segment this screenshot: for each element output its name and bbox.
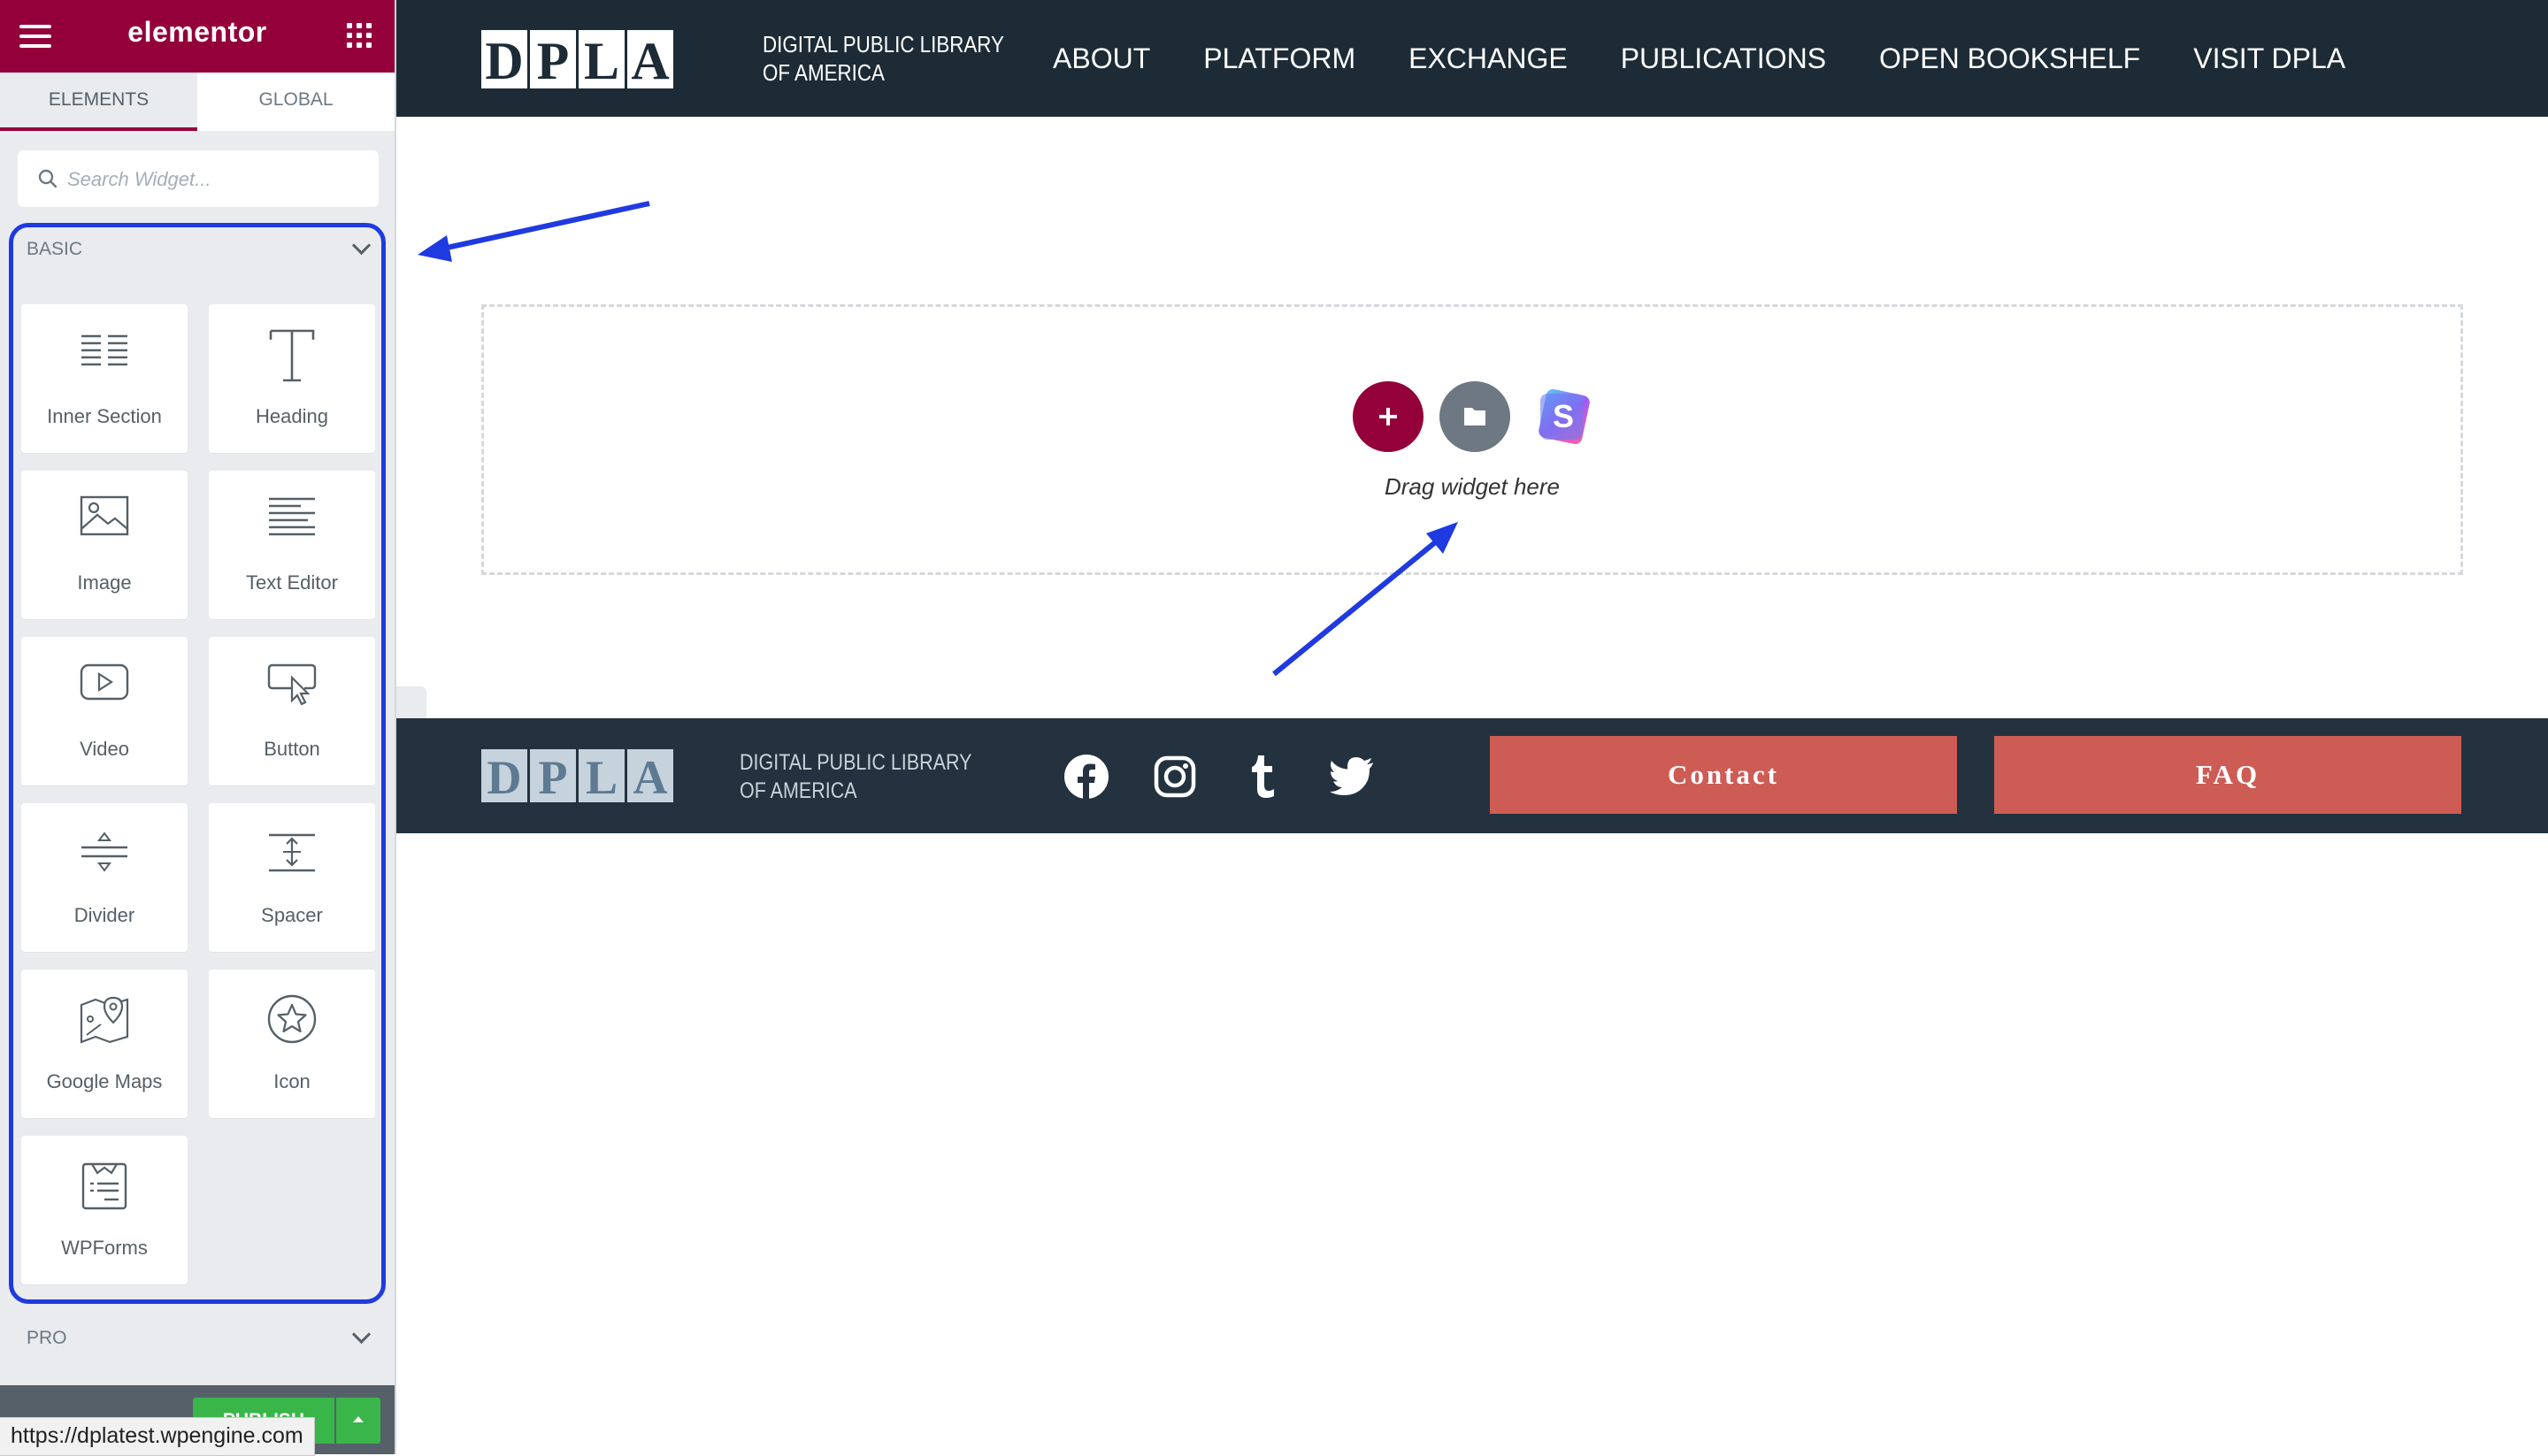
logo-caption-line: OF AMERICA	[740, 778, 857, 803]
search-box	[18, 150, 379, 207]
widget-label: Text Editor	[246, 571, 338, 594]
tumblr-icon[interactable]	[1240, 754, 1286, 800]
category-pro-title[interactable]: PRO	[27, 1328, 67, 1349]
search-icon	[38, 169, 58, 188]
add-section-button[interactable]	[1353, 381, 1424, 452]
logo-caption-line: OF AMERICA	[763, 59, 885, 86]
facebook-icon[interactable]	[1063, 754, 1109, 800]
widget-spacer[interactable]: Spacer	[209, 803, 375, 952]
folder-icon	[1464, 408, 1485, 425]
widget-label: Button	[264, 738, 320, 760]
google-maps-icon	[80, 996, 129, 1044]
logo-caption-line: DIGITAL PUBLIC LIBRARY	[740, 750, 972, 775]
nav-about[interactable]: ABOUT	[1053, 42, 1150, 75]
drag-widget-hint: Drag widget here	[1385, 473, 1560, 500]
widgets-grid-icon[interactable]	[347, 23, 373, 50]
logo-letter: A	[627, 30, 673, 90]
widget-google-maps[interactable]: Google Maps	[21, 969, 188, 1118]
logo-letter: P	[530, 749, 576, 804]
logo-letter: A	[627, 749, 673, 804]
status-bar-url: https://dplatest.wpengine.com	[0, 1417, 315, 1456]
widget-label: Image	[77, 571, 132, 594]
nav-visit-dpla[interactable]: VISIT DPLA	[2193, 42, 2345, 75]
starter-templates-icon[interactable]: S	[1528, 381, 1599, 452]
instagram-icon[interactable]	[1152, 754, 1198, 800]
elementor-panel: elementor ELEMENTS GLOBAL BASIC Inner Se…	[0, 0, 396, 1456]
twitter-icon[interactable]	[1329, 754, 1375, 800]
wpforms-icon	[81, 1162, 127, 1210]
widget-icon[interactable]: Icon	[209, 969, 375, 1118]
empty-section-drop-zone[interactable]: S Drag widget here	[481, 304, 2463, 575]
nav-platform[interactable]: PLATFORM	[1203, 42, 1355, 75]
panel-tabs: ELEMENTS GLOBAL	[0, 73, 395, 131]
add-template-button[interactable]	[1439, 381, 1510, 452]
logo-letter: D	[481, 749, 527, 804]
image-icon	[80, 495, 129, 536]
tab-global[interactable]: GLOBAL	[197, 73, 395, 131]
widget-label: Google Maps	[46, 1070, 163, 1092]
star-icon	[267, 994, 317, 1044]
panel-header: elementor	[0, 0, 395, 73]
widget-divider[interactable]: Divider	[21, 803, 188, 952]
elementor-logo: elementor	[127, 16, 267, 48]
logo-letter: L	[579, 749, 625, 804]
contact-button[interactable]: Contact	[1490, 736, 1957, 814]
logo-letter: L	[579, 30, 625, 90]
social-links	[1063, 754, 1417, 800]
video-icon	[80, 663, 129, 701]
widget-image[interactable]: Image	[21, 471, 188, 619]
widget-heading[interactable]: Heading	[209, 304, 375, 453]
logo-caption: DIGITAL PUBLIC LIBRARY OF AMERICA	[763, 30, 1004, 87]
spacer-icon	[269, 833, 315, 872]
button-icon	[267, 663, 317, 706]
category-basic-title[interactable]: BASIC	[27, 239, 82, 260]
widget-label: Inner Section	[47, 405, 162, 427]
dpla-logo[interactable]: D P L A	[481, 30, 676, 90]
chevron-down-icon[interactable]	[351, 1324, 372, 1345]
search-widget-input[interactable]	[65, 161, 361, 198]
widget-label: Icon	[273, 1070, 311, 1092]
widget-wpforms[interactable]: WPForms	[21, 1136, 188, 1284]
site-header: D P L A DIGITAL PUBLIC LIBRARY OF AMERIC…	[396, 0, 2548, 117]
widget-button[interactable]: Button	[209, 637, 375, 785]
widget-video[interactable]: Video	[21, 637, 188, 785]
heading-icon	[269, 329, 315, 382]
faq-button[interactable]: FAQ	[1994, 736, 2461, 814]
widget-label: Spacer	[261, 904, 323, 926]
logo-letter: P	[530, 30, 576, 90]
logo-caption-line: DIGITAL PUBLIC LIBRARY	[763, 31, 1004, 57]
widget-label: Divider	[73, 904, 135, 926]
widget-inner-section[interactable]: Inner Section	[21, 304, 188, 453]
inner-section-icon	[81, 334, 127, 366]
tab-elements[interactable]: ELEMENTS	[0, 73, 197, 131]
site-footer: D P L A DIGITAL PUBLIC LIBRARY OF AMERIC…	[396, 718, 2548, 833]
footer-logo-caption: DIGITAL PUBLIC LIBRARY OF AMERICA	[740, 748, 971, 805]
text-editor-icon	[269, 497, 315, 536]
nav-open-bookshelf[interactable]: OPEN BOOKSHELF	[1879, 42, 2140, 75]
dpla-footer-logo[interactable]: D P L A	[481, 749, 676, 804]
svg-text:S: S	[1553, 398, 1574, 434]
widget-label: Video	[80, 738, 129, 760]
arrow-to-basic-panel	[418, 201, 650, 262]
main-nav: ABOUT PLATFORM EXCHANGE PUBLICATIONS OPE…	[1053, 42, 2398, 75]
widget-label: WPForms	[61, 1237, 148, 1259]
nav-publications[interactable]: PUBLICATIONS	[1621, 42, 1826, 75]
widget-label: Heading	[256, 405, 328, 427]
divider-icon	[81, 831, 127, 872]
publish-options-button[interactable]	[336, 1398, 380, 1444]
logo-letter: D	[481, 30, 527, 90]
widget-text-editor[interactable]: Text Editor	[209, 471, 375, 619]
nav-exchange[interactable]: EXCHANGE	[1408, 42, 1568, 75]
